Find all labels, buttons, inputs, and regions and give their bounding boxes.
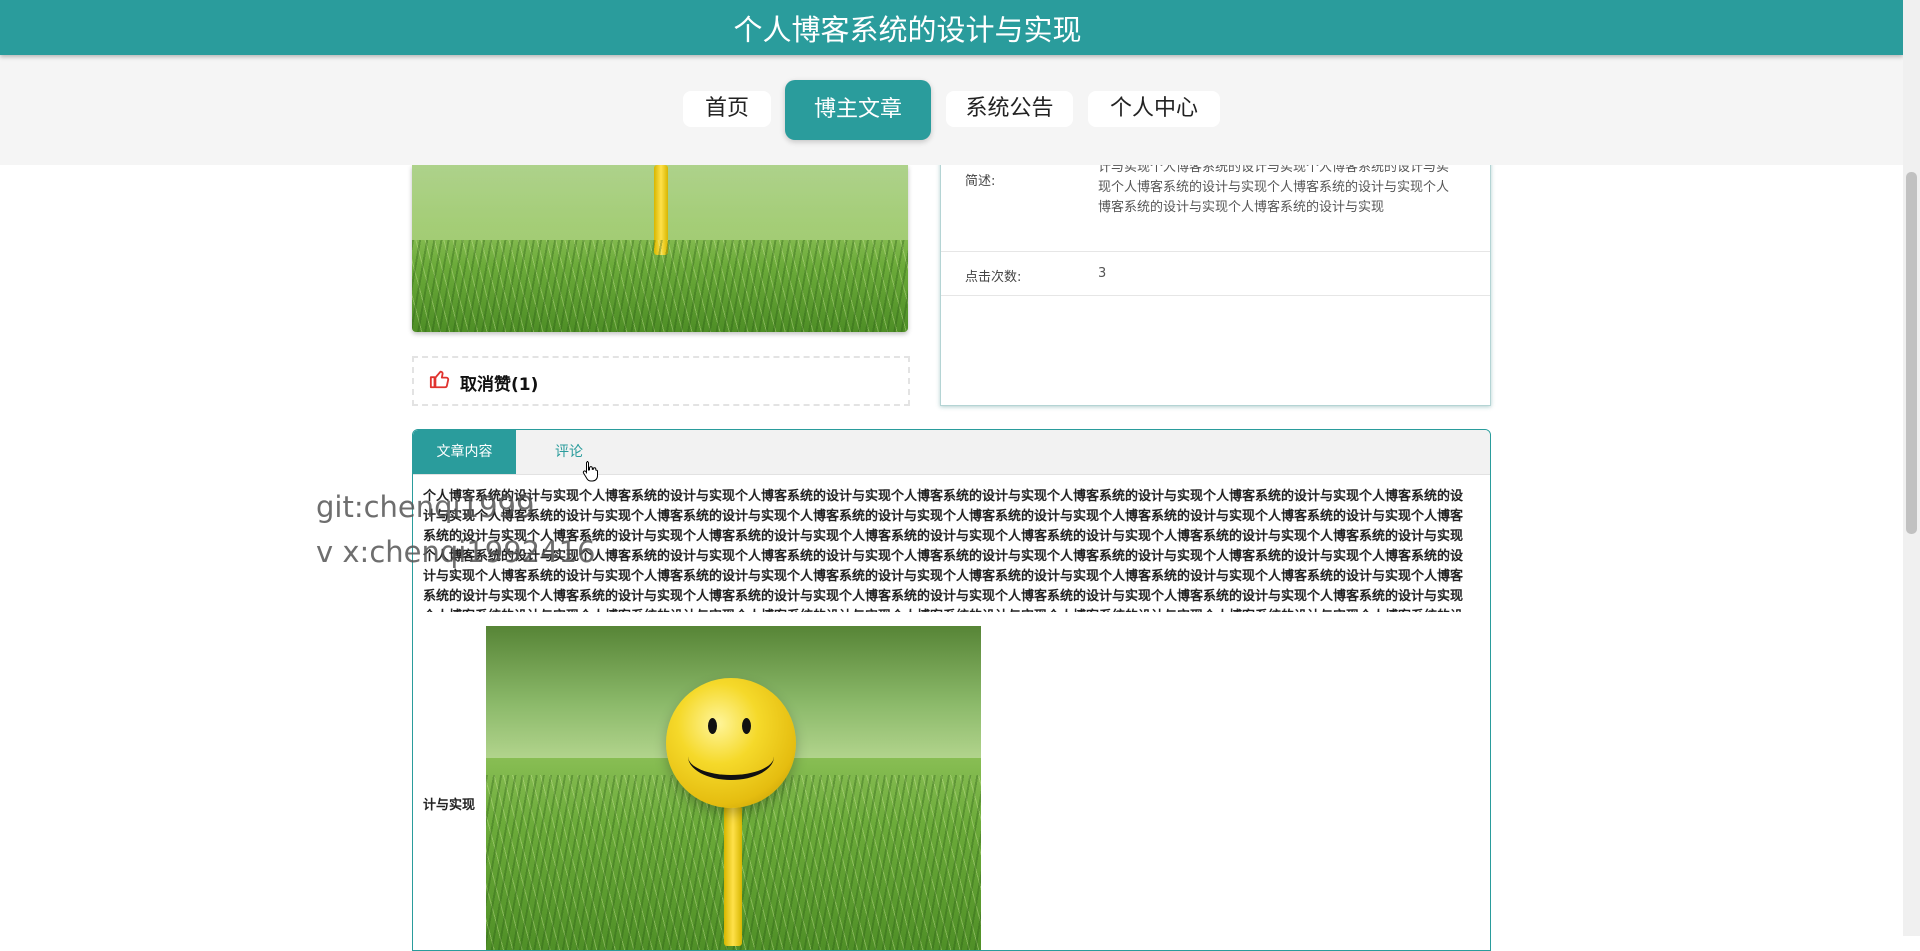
nav-blogger-articles[interactable]: 博主文章 <box>785 80 931 140</box>
watermark-line-2: v x:chenqi1992416 <box>316 535 596 569</box>
site-title: 个人博客系统的设计与实现 <box>733 13 1082 47</box>
article-cover-image <box>412 165 908 332</box>
smiley-golf-ball <box>666 678 796 808</box>
main-nav: 首页 博主文章 系统公告 个人中心 <box>0 55 1903 165</box>
info-row-clicks: 点击次数: 3 <box>941 252 1490 296</box>
nav-personal-center[interactable]: 个人中心 <box>1088 91 1220 127</box>
site-header: 个人博客系统的设计与实现 <box>0 0 1903 55</box>
article-info-card: 简述: 计与实现个人博客系统的设计与实现个人博客系统的设计与实现个人博客系统的设… <box>940 140 1491 406</box>
article-tabs-panel: 文章内容 评论 个人博客系统的设计与实现个人博客系统的设计与实现个人博客系统的设… <box>412 429 1491 951</box>
summary-label: 简述: <box>965 174 996 189</box>
summary-value: 计与实现个人博客系统的设计与实现个人博客系统的设计与实现个人博客系统的设计与实现… <box>1098 160 1450 215</box>
tab-article-content[interactable]: 文章内容 <box>413 430 516 474</box>
clicks-value: 3 <box>1098 266 1107 281</box>
hand-cursor-icon <box>582 461 598 482</box>
thumbs-up-icon <box>429 370 450 389</box>
nav-home[interactable]: 首页 <box>683 91 771 127</box>
vertical-scrollbar[interactable] <box>1903 0 1920 936</box>
like-button[interactable]: 取消赞(1) <box>412 356 910 406</box>
watermark-line-1: git:chenqi1999 <box>316 490 535 524</box>
tabs-bar: 文章内容 评论 <box>413 430 1490 475</box>
article-body-image <box>486 626 981 950</box>
like-label: 取消赞(1) <box>460 375 539 395</box>
clicks-label: 点击次数: <box>965 270 1022 285</box>
nav-announcements[interactable]: 系统公告 <box>946 91 1073 127</box>
article-body-tail: 计与实现 <box>423 798 476 813</box>
scrollbar-thumb[interactable] <box>1906 172 1917 534</box>
